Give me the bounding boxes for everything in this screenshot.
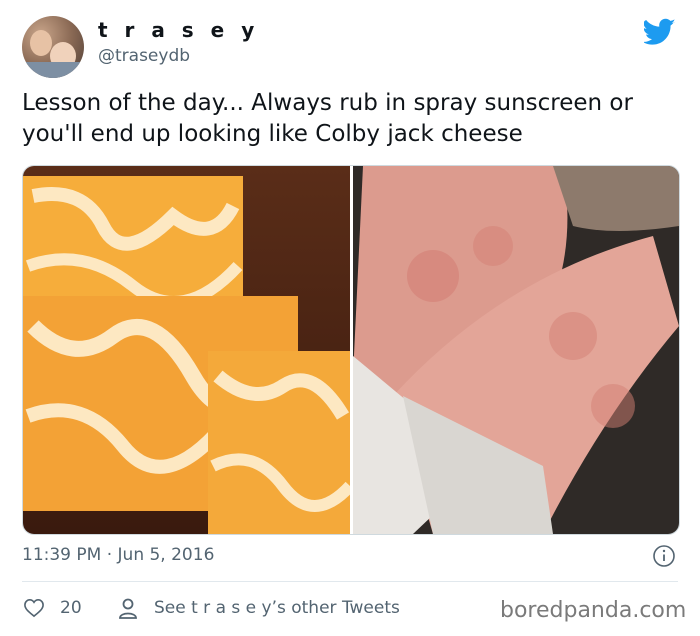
person-icon[interactable] (118, 598, 138, 620)
divider-line (22, 581, 678, 582)
tweet-media[interactable] (22, 165, 680, 535)
see-other-tweets-link[interactable]: See t r a s e y’s other Tweets (154, 598, 400, 618)
sunburn-photo[interactable] (353, 166, 679, 534)
tweet-timestamp[interactable]: 11:39 PM · Jun 5, 2016 (22, 545, 214, 565)
user-handle[interactable]: @traseydb (98, 46, 190, 66)
heart-icon[interactable] (23, 598, 45, 618)
twitter-bird-icon[interactable] (644, 18, 676, 46)
display-name[interactable]: t r a s e y (98, 18, 259, 42)
cheese-photo[interactable] (23, 166, 350, 534)
tweet-text: Lesson of the day... Always rub in spray… (22, 90, 633, 147)
info-icon[interactable] (652, 544, 676, 568)
like-count[interactable]: 20 (60, 598, 82, 618)
watermark: boredpanda.com (500, 598, 687, 623)
tweet-card: t r a s e y @traseydb Lesson of the day.… (0, 0, 700, 636)
avatar[interactable] (22, 16, 84, 78)
